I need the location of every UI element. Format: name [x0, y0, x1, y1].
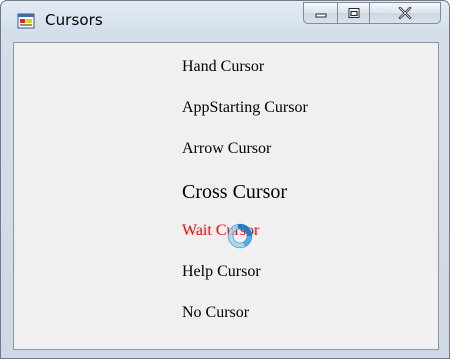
busy-spinner-icon [227, 223, 253, 249]
minimize-button[interactable] [303, 2, 337, 24]
close-icon [398, 7, 412, 19]
no-cursor-label[interactable]: No Cursor [182, 304, 249, 322]
appstarting-cursor-label[interactable]: AppStarting Cursor [182, 99, 308, 117]
title-bar[interactable]: Cursors [1, 1, 449, 39]
help-cursor-label[interactable]: Help Cursor [182, 263, 261, 281]
caption-buttons [303, 2, 441, 24]
maximize-icon [348, 8, 359, 18]
arrow-cursor-label[interactable]: Arrow Cursor [182, 140, 271, 158]
form-icon [17, 13, 35, 29]
close-button[interactable] [369, 2, 441, 24]
minimize-icon [315, 13, 326, 18]
window-title: Cursors [45, 11, 103, 29]
cursors-window: Cursors Hand Cursor AppStarting Cursor A… [0, 0, 450, 359]
hand-cursor-label[interactable]: Hand Cursor [182, 58, 264, 76]
client-area: Hand Cursor AppStarting Cursor Arrow Cur… [13, 42, 439, 350]
cross-cursor-label[interactable]: Cross Cursor [182, 181, 287, 204]
maximize-button[interactable] [337, 2, 369, 24]
